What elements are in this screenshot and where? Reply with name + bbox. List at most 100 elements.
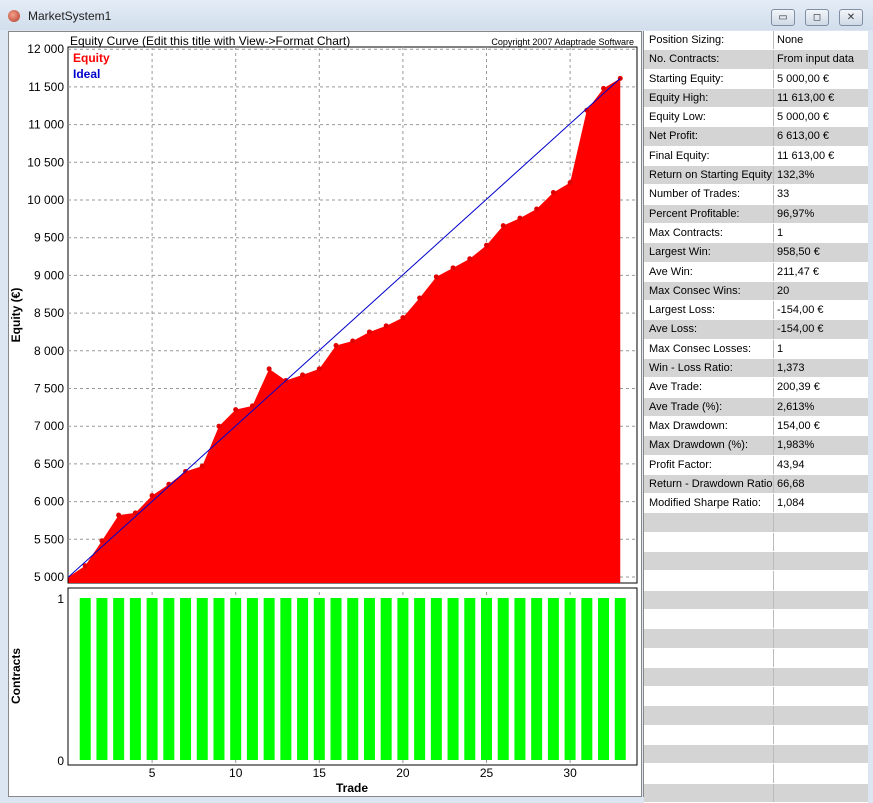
x-tick-label: 15 [313, 766, 327, 780]
x-axis-label: Trade [336, 781, 368, 795]
equity-point [383, 323, 389, 329]
stat-row: Largest Win: 958,50 € [644, 243, 868, 263]
contract-bar [280, 598, 292, 760]
stat-label: Percent Profitable: [644, 204, 774, 223]
stat-row: Return on Starting Equity: 132,3% [644, 166, 868, 186]
stat-label: No. Contracts: [644, 50, 774, 69]
contract-bar [313, 598, 325, 760]
stat-value: 5 000,00 € [777, 111, 829, 124]
stat-value: 200,39 € [777, 381, 820, 394]
empty-row [644, 667, 868, 688]
y-tick-label: 10 000 [27, 193, 64, 207]
stat-value: From input data [777, 53, 855, 66]
stat-label: Starting Equity: [644, 69, 774, 88]
stat-label: Modified Sharpe Ratio: [644, 494, 774, 513]
y-tick-label: 6 000 [34, 495, 64, 509]
stat-label: Largest Loss: [644, 301, 774, 320]
equity-point [484, 242, 489, 248]
contract-bar [464, 598, 476, 760]
stat-label: Position Sizing: [644, 31, 774, 50]
empty-row [644, 783, 868, 803]
stat-row: Net Profit: 6 613,00 € [644, 127, 868, 147]
equity-point [601, 85, 607, 91]
stat-value: 43,94 [777, 458, 805, 471]
stat-value: 6 613,00 € [777, 130, 829, 143]
y-tick-label: 11 500 [28, 80, 64, 94]
stat-row: Percent Profitable: 96,97% [644, 204, 868, 224]
equity-point [567, 180, 573, 186]
chart-title: Equity Curve (Edit this title with View-… [70, 34, 350, 48]
stat-label: Max Drawdown: [644, 416, 774, 436]
y-tick-label: 0 [57, 754, 64, 768]
x-tick-label: 20 [396, 766, 410, 780]
contract-bar [163, 598, 175, 760]
equity-point [149, 493, 155, 499]
y-tick-label: 10 500 [27, 155, 64, 169]
y-tick-label: 6 500 [34, 457, 64, 471]
stat-value: -154,00 € [777, 323, 824, 336]
stat-value: 1,373 [777, 362, 805, 375]
empty-row [644, 629, 868, 649]
equity-point [116, 512, 122, 518]
contract-bar [246, 598, 258, 760]
stat-label: Ave Trade: [644, 378, 774, 397]
equity-point [316, 366, 322, 372]
contract-bar [414, 598, 426, 760]
stat-row: Position Sizing: None [644, 31, 868, 51]
stat-row: No. Contracts: From input data [644, 50, 868, 70]
stat-value: 11 613,00 € [777, 91, 835, 104]
stat-row: Max Consec Losses: 1 [644, 339, 868, 360]
contract-bar [614, 598, 626, 760]
y-tick-label: 12 000 [27, 42, 64, 56]
stat-value: 1,084 [777, 497, 805, 510]
stat-row: Max Drawdown (%): 1,983% [644, 436, 868, 456]
stat-value: 958,50 € [777, 246, 820, 259]
stat-value: 1 [777, 226, 784, 239]
stat-label: Net Profit: [644, 127, 774, 146]
statistics-table: Position Sizing: None No. Contracts: From i… [643, 31, 868, 803]
stat-label: Largest Win: [644, 243, 774, 262]
stat-label: Win - Loss Ratio: [644, 359, 774, 378]
stat-value: 1 [777, 342, 784, 355]
equity-point [433, 274, 439, 280]
stat-row: Ave Loss: -154,00 € [644, 320, 868, 340]
stat-label: Profit Factor: [644, 455, 774, 474]
empty-row [644, 552, 868, 572]
contract-bar [196, 598, 208, 760]
empty-row [644, 532, 868, 553]
stat-value: 1,983% [777, 439, 815, 452]
legend-equity: Equity [73, 51, 110, 65]
stat-value: 5 000,00 € [777, 72, 829, 85]
copyright-text: Copyright 2007 Adaptrade Software [491, 37, 634, 47]
y-tick-label: 8 500 [34, 306, 64, 320]
stat-label: Equity Low: [644, 108, 774, 127]
contracts-axis-label: Contracts [9, 648, 23, 704]
contract-bar [297, 598, 309, 760]
stat-label: Ave Loss: [644, 320, 774, 339]
y-tick-label: 7 000 [34, 419, 64, 433]
contract-bar [430, 598, 442, 760]
contract-bar [481, 598, 492, 760]
contract-bar [230, 598, 242, 760]
contract-bar [581, 598, 593, 760]
contract-bar [146, 598, 158, 760]
empty-row [644, 571, 868, 591]
stat-row: Ave Trade: 200,39 € [644, 378, 868, 398]
contract-bar [514, 598, 526, 760]
stat-row: Max Drawdown: 154,00 € [644, 416, 868, 437]
equity-point [333, 343, 339, 349]
close-button[interactable]: ✕ [839, 9, 863, 26]
stat-value: 11 613,00 € [777, 149, 835, 162]
equity-point [199, 463, 205, 469]
equity-point [216, 423, 222, 429]
minimize-button[interactable]: ▭ [771, 9, 795, 26]
contract-bar [397, 598, 409, 760]
y-tick-label: 8 000 [34, 344, 64, 358]
equity-point [450, 265, 456, 271]
y-tick-label: 9 500 [34, 231, 64, 245]
maximize-button[interactable]: ◻ [805, 9, 829, 26]
empty-row [644, 744, 868, 765]
stat-label: Ave Win: [644, 262, 774, 281]
contract-bar [447, 598, 459, 760]
stat-label: Max Contracts: [644, 223, 774, 243]
